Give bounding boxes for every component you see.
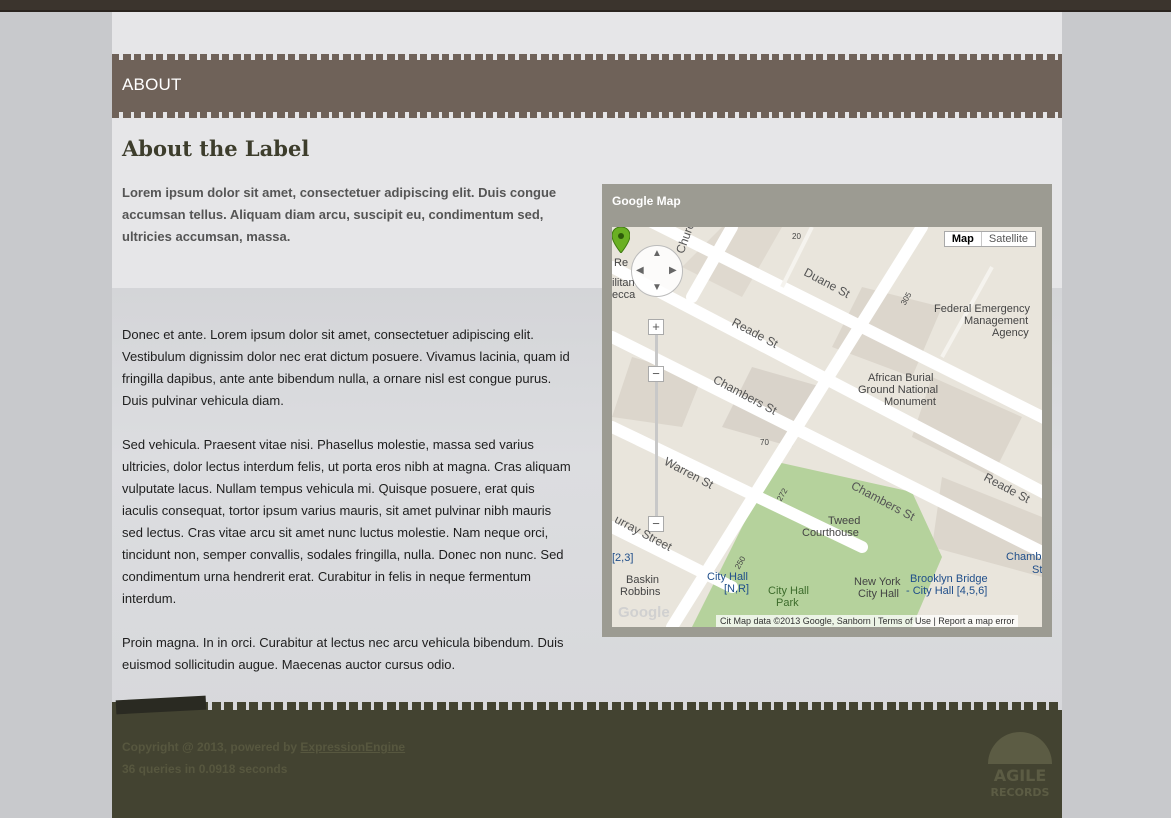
page-title: About the Label — [122, 136, 310, 161]
map-label: Baskin — [626, 574, 660, 586]
footer: Copyright @ 2013, powered by ExpressionE… — [112, 695, 1062, 818]
map-label: Monument — [884, 396, 936, 408]
logo-word-records: RECORDS — [990, 786, 1050, 799]
map-label: - City Hall [4,5,6] — [906, 585, 988, 597]
map-label: Brooklyn Bridge — [910, 573, 988, 585]
map-label: Robbins — [620, 586, 661, 598]
map-attribution: Cit Map data ©2013 Google, Sanborn | Ter… — [716, 615, 1019, 627]
footer-copyright: Copyright @ 2013, powered by ExpressionE… — [122, 740, 405, 754]
expressionengine-link[interactable]: ExpressionEngine — [300, 740, 405, 754]
copyright-text: Copyright @ 2013, powered by — [122, 740, 301, 754]
map-type-control: Map Satellite — [943, 231, 1036, 247]
banner-title: ABOUT — [122, 75, 182, 94]
footer-queries: 36 queries in 0.0918 seconds — [122, 762, 288, 776]
pan-right-icon[interactable]: ▶ — [669, 265, 677, 276]
body-paragraph: Donec et ante. Lorem ipsum dolor sit ame… — [122, 327, 570, 408]
map-label: City Hall — [707, 571, 748, 583]
map-label: City Hall — [858, 588, 899, 600]
agile-records-logo: AGILE RECORDS — [988, 732, 1052, 802]
page-container: ABOUT About the Label Lorem ipsum dolor … — [112, 12, 1062, 818]
map-label: ecca — [612, 289, 636, 301]
map-label: Re — [614, 257, 629, 269]
map-label: Ground National — [858, 384, 939, 396]
map-label: 70 — [760, 438, 769, 447]
map-label: Tweed — [828, 515, 861, 527]
map-type-map-button[interactable]: Map — [945, 232, 982, 246]
body-paragraph: Sed vehicula. Praesent vitae nisi. Phase… — [122, 437, 571, 606]
google-map[interactable]: Map Satellite ▲ ▼ ◀ ▶ + − − Church St Du… — [612, 227, 1042, 627]
map-label: Courthouse — [802, 527, 859, 539]
zoom-in-button[interactable]: + — [648, 319, 664, 335]
map-label: New York — [854, 576, 901, 588]
pan-left-icon[interactable]: ◀ — [636, 265, 644, 276]
map-label: Management — [964, 315, 1029, 327]
map-label: ilitan — [612, 277, 635, 289]
map-widget: Google Map Map Satellite ▲ ▼ ◀ ▶ + − − C… — [602, 184, 1052, 637]
zoom-slider-handle[interactable]: − — [648, 366, 664, 382]
map-widget-title: Google Map — [612, 194, 681, 208]
report-error-link[interactable]: Report a map error — [938, 616, 1014, 626]
map-label: City Hall — [768, 585, 809, 597]
google-logo: Google — [618, 604, 670, 621]
map-label: African Burial — [868, 372, 934, 384]
section-banner: ABOUT — [112, 54, 1062, 118]
location-pin-icon[interactable] — [612, 227, 630, 253]
map-type-satellite-button[interactable]: Satellite — [982, 232, 1035, 246]
terms-of-use-link[interactable]: Terms of Use — [878, 616, 931, 626]
attribution-data: Map data ©2013 Google, Sanborn — [733, 616, 871, 626]
intro-text: Lorem ipsum dolor sit amet, consectetuer… — [122, 185, 557, 244]
map-label: Chamb — [1006, 551, 1042, 563]
map-label: St — [1032, 564, 1042, 576]
zoom-slider-track[interactable] — [655, 334, 658, 524]
pan-control[interactable]: ▲ ▼ ◀ ▶ — [631, 245, 683, 297]
logo-word-agile: AGILE — [993, 766, 1047, 785]
pan-up-icon[interactable]: ▲ — [652, 248, 662, 259]
pan-down-icon[interactable]: ▼ — [652, 282, 662, 293]
attribution-cit: Cit — [720, 616, 731, 626]
body-paragraph: Proin magna. In in orci. Curabitur at le… — [122, 635, 564, 672]
map-label: Agency — [992, 327, 1029, 339]
map-label: [2,3] — [612, 552, 634, 564]
map-label: [N,R] — [724, 583, 750, 595]
map-label: Federal Emergency — [934, 303, 1030, 315]
top-bar — [0, 0, 1171, 12]
map-label: 20 — [792, 232, 801, 241]
map-label: Park — [776, 597, 799, 609]
